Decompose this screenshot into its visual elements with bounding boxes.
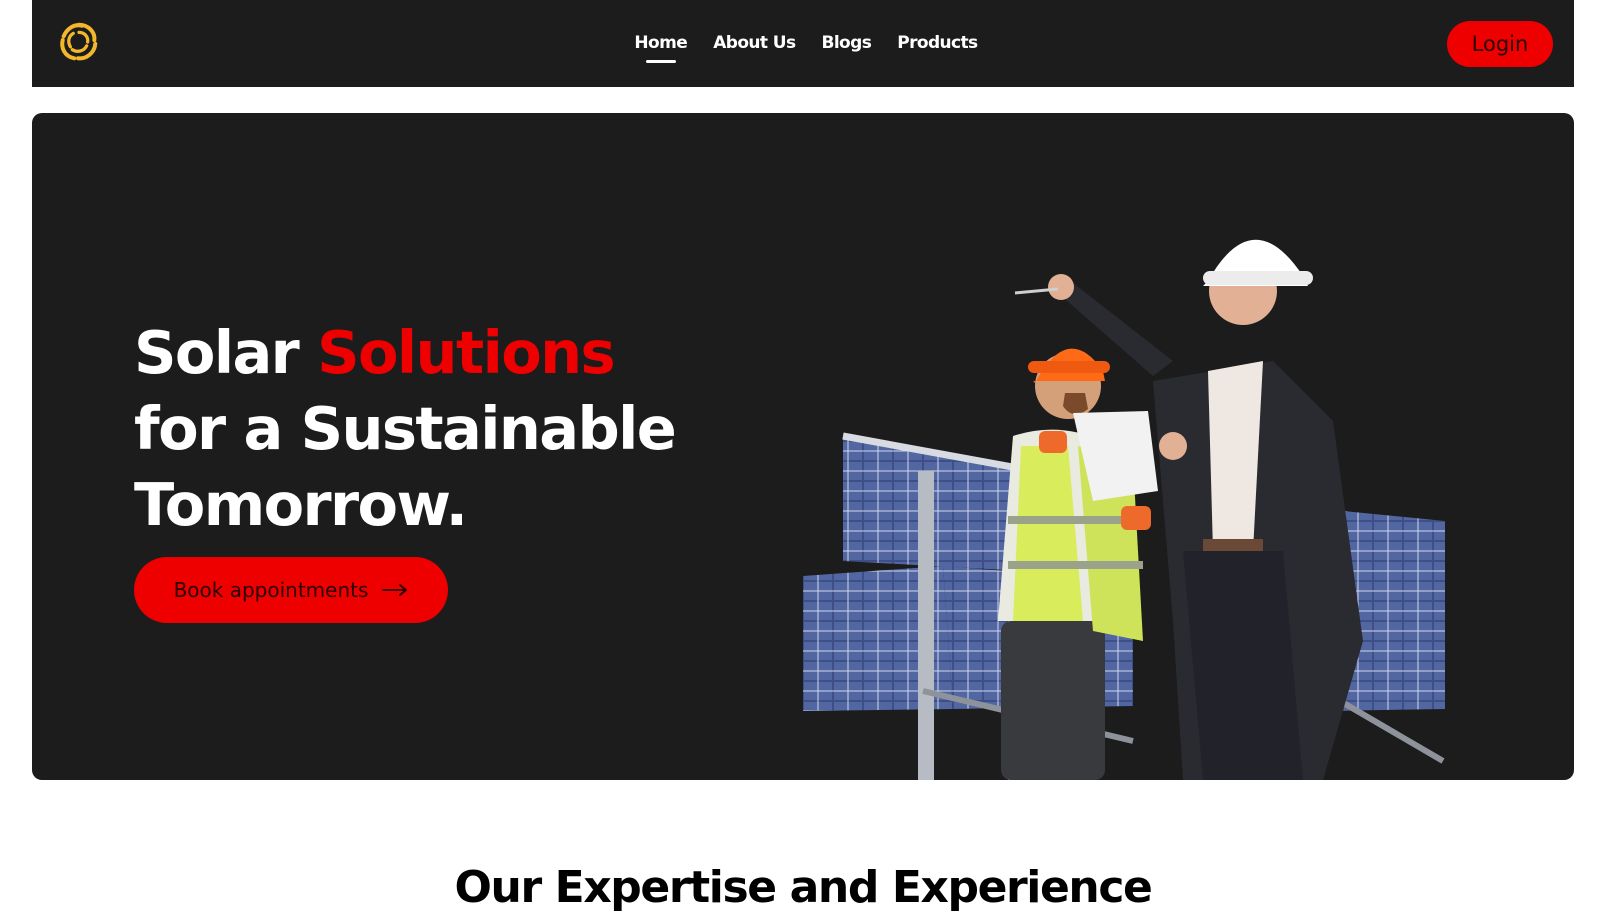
login-button[interactable]: Login (1447, 21, 1553, 67)
headline-line-3: Tomorrow. (134, 470, 468, 539)
hero-banner: Solar Solutions for a Sustainable Tomorr… (32, 113, 1574, 780)
book-appointments-label: Book appointments (173, 578, 369, 602)
main-navigation: Home About Us Blogs Products (32, 0, 1574, 87)
headline-line-1: Solar Solutions (134, 315, 675, 391)
nav-link-about-us[interactable]: About Us (713, 0, 796, 87)
nav-link-products[interactable]: Products (897, 0, 978, 87)
nav-link-home[interactable]: Home (634, 0, 687, 87)
headline-line-2: for a Sustainable (134, 394, 677, 463)
engineers-solar-panels-image (803, 239, 1445, 780)
nav-link-blogs[interactable]: Blogs (821, 0, 871, 87)
hero-headline: Solar Solutions for a Sustainable Tomorr… (134, 315, 677, 543)
headline-solar-text: Solar (134, 318, 318, 387)
worker-figure (998, 348, 1158, 780)
top-navbar: Home About Us Blogs Products Login (32, 0, 1574, 87)
book-appointments-button[interactable]: Book appointments (134, 557, 448, 623)
expertise-section-title: Our Expertise and Experience (454, 862, 1153, 913)
arrow-right-icon (382, 584, 408, 596)
headline-accent-text: Solutions (317, 318, 616, 387)
